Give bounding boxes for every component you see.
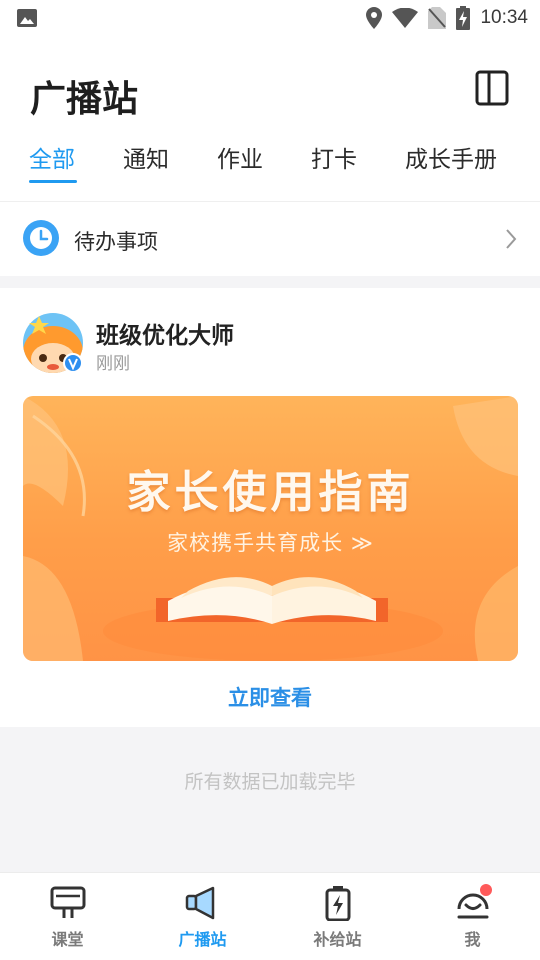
guide-banner[interactable]: 家长使用指南 家校携手共育成长 ≫ (23, 396, 518, 661)
todo-label: 待办事项 (74, 230, 158, 254)
nav-label: 我 (464, 930, 481, 949)
tab-homework[interactable]: 作业 (217, 140, 263, 174)
classroom-icon (50, 886, 86, 918)
page-title: 广播站 (30, 79, 139, 120)
banner-title: 家长使用指南 (126, 467, 415, 518)
header: 广播站 全部 通知 作业 打卡 成长手册 (0, 36, 540, 200)
active-tab-indicator (29, 180, 77, 183)
bottom-nav: 课堂 广播站 补给站 我 (0, 872, 540, 960)
feed-end: 所有数据已加载完毕 (0, 727, 540, 872)
sidebar-toggle-icon[interactable] (475, 70, 509, 106)
status-bar: 10:34 (0, 0, 540, 36)
tab-notice[interactable]: 通知 (123, 140, 169, 174)
view-now-link[interactable]: 立即查看 (0, 682, 540, 712)
tab-strip: 全部 通知 作业 打卡 成长手册 (0, 140, 540, 184)
feed-end-message: 所有数据已加载完毕 (184, 771, 356, 793)
post-author: 班级优化大师 (96, 323, 234, 349)
avatar[interactable] (22, 312, 84, 374)
nav-me[interactable]: 我 (405, 873, 540, 960)
section-divider (0, 276, 540, 288)
nav-label: 广播站 (178, 930, 227, 949)
nav-supply[interactable]: 补给站 (270, 873, 405, 960)
notification-badge-dot (480, 884, 492, 896)
banner-subtitle: 家校携手共育成长 ≫ (167, 531, 374, 555)
megaphone-icon (185, 886, 215, 920)
nav-label: 补给站 (313, 930, 362, 949)
post-time: 刚刚 (96, 354, 130, 374)
nav-classroom[interactable]: 课堂 (0, 873, 135, 960)
location-icon (366, 7, 383, 29)
battery-charging-icon (456, 6, 471, 30)
tab-checkin[interactable]: 打卡 (311, 140, 357, 174)
image-notification-icon (17, 9, 37, 27)
battery-icon (325, 886, 351, 921)
tab-growth-handbook[interactable]: 成长手册 (405, 140, 497, 174)
wifi-icon (392, 8, 419, 28)
chevron-right-icon (506, 229, 517, 249)
nav-label: 课堂 (51, 930, 84, 949)
clock-icon (23, 220, 59, 256)
nav-broadcast[interactable]: 广播站 (135, 873, 270, 960)
tab-all[interactable]: 全部 (29, 140, 75, 174)
status-time: 10:34 (480, 7, 528, 28)
todo-row[interactable]: 待办事项 (0, 201, 540, 276)
no-sim-icon (428, 7, 447, 29)
post-card: 班级优化大师 刚刚 家长使用指南 家校携手共育成长 ≫ 立即查看 (0, 288, 540, 727)
